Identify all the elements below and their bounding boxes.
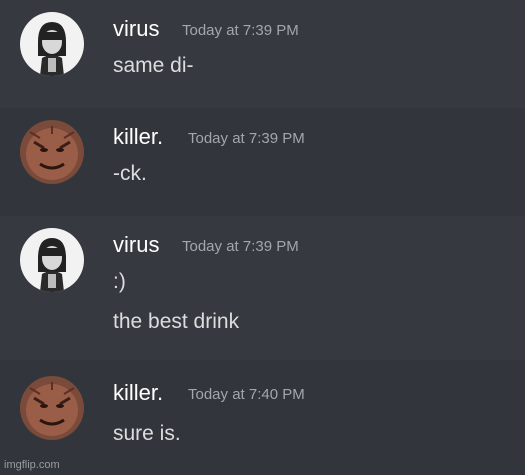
message-author[interactable]: virus [113, 232, 159, 258]
message-timestamp: Today at 7:39 PM [188, 130, 305, 147]
virus-avatar-icon[interactable] [20, 12, 84, 76]
message-text: the best drink [113, 310, 240, 333]
message-text: sure is. [113, 422, 181, 445]
message-group: killer. Today at 7:40 PM sure is. [0, 360, 525, 475]
message-text: :) [113, 270, 126, 293]
message-group: virus Today at 7:39 PM same di- [0, 0, 525, 108]
virus-avatar-icon[interactable] [20, 228, 84, 292]
message-timestamp: Today at 7:40 PM [188, 386, 305, 403]
killer-avatar-icon[interactable] [20, 120, 84, 184]
message-text: same di- [113, 54, 194, 77]
watermark-label: imgflip.com [4, 459, 60, 471]
message-group: killer. Today at 7:39 PM -ck. [0, 108, 525, 216]
message-timestamp: Today at 7:39 PM [182, 238, 299, 255]
message-text: -ck. [113, 162, 147, 185]
message-author[interactable]: killer. [113, 124, 163, 150]
killer-avatar-icon[interactable] [20, 376, 84, 440]
message-author[interactable]: killer. [113, 380, 163, 406]
message-group: virus Today at 7:39 PM :) the best drink [0, 216, 525, 360]
message-author[interactable]: virus [113, 16, 159, 42]
message-timestamp: Today at 7:39 PM [182, 22, 299, 39]
